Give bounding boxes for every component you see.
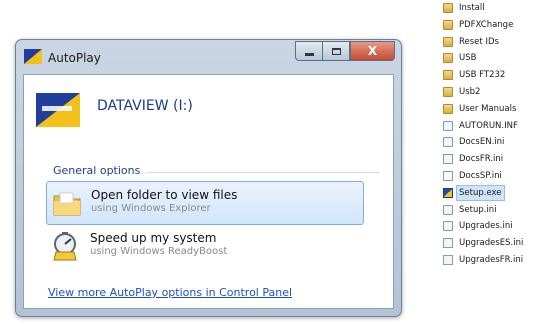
settings-file-icon bbox=[443, 137, 453, 148]
file-item-upgradesfr-ini[interactable]: UpgradesFR.ini bbox=[443, 253, 544, 270]
folder-icon bbox=[443, 70, 453, 81]
file-item-usb-ft232[interactable]: USB FT232 bbox=[443, 68, 544, 85]
file-name: Usb2 bbox=[459, 86, 481, 97]
option-label: Open folder to view files bbox=[91, 188, 238, 202]
autoplay-app-icon bbox=[24, 49, 42, 64]
file-item-autorun-inf[interactable]: AUTORUN.INF bbox=[443, 119, 544, 136]
readyboost-icon bbox=[53, 232, 77, 261]
folder-icon bbox=[443, 36, 453, 47]
open-folder-option[interactable]: Open folder to view files using Windows … bbox=[46, 181, 364, 225]
file-item-docsen-ini[interactable]: DocsEN.ini bbox=[443, 135, 544, 152]
settings-file-icon bbox=[443, 204, 453, 215]
maximize-icon bbox=[331, 47, 341, 55]
settings-file-icon bbox=[443, 221, 453, 232]
file-name: Upgrades.ini bbox=[459, 221, 513, 232]
file-name: DocsEN.ini bbox=[459, 137, 505, 148]
file-name: USB FT232 bbox=[459, 70, 506, 81]
settings-file-icon bbox=[443, 238, 453, 249]
more-autoplay-options-link[interactable]: View more AutoPlay options in Control Pa… bbox=[48, 286, 292, 299]
section-title: General options bbox=[53, 164, 147, 177]
file-name: UpgradesFR.ini bbox=[459, 254, 524, 265]
settings-file-icon bbox=[443, 170, 453, 181]
close-button[interactable]: X bbox=[350, 41, 395, 61]
file-item-setup-exe[interactable]: Setup.exe bbox=[443, 184, 544, 203]
file-name: PDFXChange bbox=[459, 19, 514, 30]
folder-icon bbox=[443, 86, 453, 97]
file-item-docsfr-ini[interactable]: DocsFR.ini bbox=[443, 152, 544, 169]
dataview-setup-icon bbox=[443, 187, 453, 198]
file-name: UpgradesES.ini bbox=[459, 238, 524, 249]
file-name: DocsFR.ini bbox=[459, 154, 504, 165]
file-name: User Manuals bbox=[459, 103, 517, 114]
file-item-usb2[interactable]: Usb2 bbox=[443, 85, 544, 102]
file-item-install[interactable]: Install bbox=[443, 1, 544, 18]
settings-file-icon bbox=[443, 154, 453, 165]
option-sublabel: using Windows ReadyBoost bbox=[90, 246, 228, 257]
folder-icon bbox=[443, 53, 453, 64]
autoplay-window: AutoPlay X DATAVIEW (I:) General options bbox=[15, 39, 402, 317]
close-icon: X bbox=[367, 44, 378, 58]
file-item-usb[interactable]: USB bbox=[443, 51, 544, 68]
file-item-reset-ids[interactable]: Reset IDs bbox=[443, 35, 544, 52]
minimize-button[interactable] bbox=[295, 41, 322, 61]
window-title: AutoPlay bbox=[48, 51, 101, 65]
minimize-icon bbox=[304, 52, 314, 56]
general-options-header: General options bbox=[53, 164, 380, 178]
file-name: USB bbox=[459, 53, 477, 64]
drive-title: DATAVIEW (I:) bbox=[97, 98, 193, 114]
dataview-logo-icon bbox=[36, 93, 80, 127]
window-controls: X bbox=[295, 41, 395, 61]
folder-icon bbox=[53, 192, 81, 216]
settings-file-icon bbox=[443, 120, 453, 131]
file-item-pdfxchange[interactable]: PDFXChange bbox=[443, 18, 544, 35]
file-name: Reset IDs bbox=[459, 36, 499, 47]
option-label: Speed up my system bbox=[90, 231, 217, 245]
file-name: Install bbox=[459, 3, 485, 13]
file-name: Setup.exe bbox=[456, 184, 505, 201]
maximize-button[interactable] bbox=[322, 41, 350, 61]
file-item-setup-ini[interactable]: Setup.ini bbox=[443, 203, 544, 220]
title-bar[interactable]: AutoPlay X bbox=[16, 40, 401, 74]
settings-file-icon bbox=[443, 254, 453, 265]
speed-up-system-option[interactable]: Speed up my system using Windows ReadyBo… bbox=[46, 225, 362, 267]
option-sublabel: using Windows Explorer bbox=[91, 203, 211, 214]
folder-icon bbox=[443, 103, 453, 114]
file-item-upgrades-ini[interactable]: Upgrades.ini bbox=[443, 219, 544, 236]
file-item-user-manuals[interactable]: User Manuals bbox=[443, 102, 544, 119]
file-item-docssp-ini[interactable]: DocsSP.ini bbox=[443, 169, 544, 186]
autoplay-content: DATAVIEW (I:) General options Open folde… bbox=[23, 74, 394, 309]
file-list: Install PDFXChange Reset IDs USB USB FT2… bbox=[443, 1, 544, 270]
file-item-upgradeses-ini[interactable]: UpgradesES.ini bbox=[443, 236, 544, 253]
file-name: Setup.ini bbox=[459, 204, 497, 215]
folder-icon bbox=[443, 3, 453, 13]
file-name: DocsSP.ini bbox=[459, 170, 502, 181]
folder-icon bbox=[443, 19, 453, 30]
file-name: AUTORUN.INF bbox=[459, 120, 518, 131]
